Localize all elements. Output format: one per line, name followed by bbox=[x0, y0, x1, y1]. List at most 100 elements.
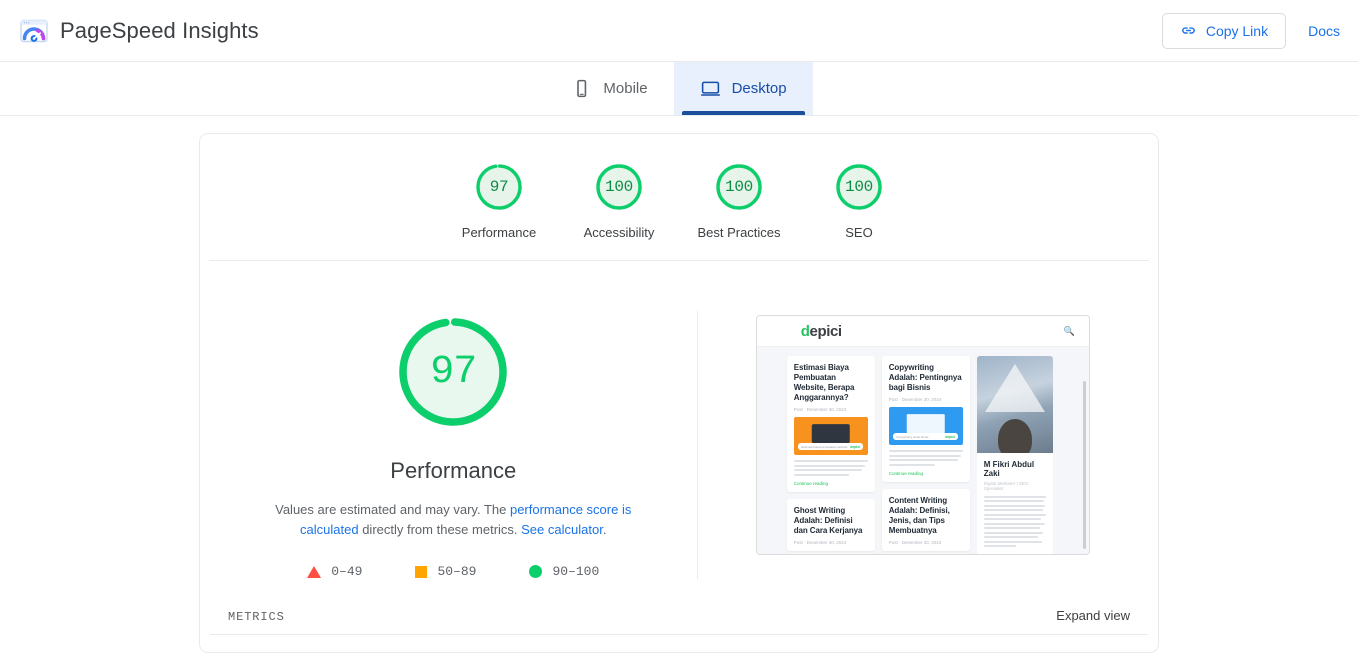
app-header: PageSpeed Insights Copy Link Docs bbox=[0, 0, 1358, 62]
score-item-best-practices[interactable]: 100 Best Practices bbox=[679, 160, 799, 240]
docs-link[interactable]: Docs bbox=[1308, 23, 1340, 39]
author-role: Digital Marketer | SEO Specialist bbox=[983, 480, 1029, 491]
image-caption: Copywriting untuk bisnis bbox=[896, 434, 929, 439]
thumbnail-article-card: Ghost Writing Adalah: Definisi dan Cara … bbox=[786, 498, 875, 551]
legend-item-average: 50–89 bbox=[415, 564, 476, 579]
mini-gauge-best-practices: 100 bbox=[712, 160, 766, 214]
article-title: Estimasi Biaya Pembuatan Website, Berapa… bbox=[793, 363, 855, 402]
image-badge: depici bbox=[945, 434, 956, 439]
performance-title: Performance bbox=[390, 458, 517, 483]
mini-gauge-accessibility: 100 bbox=[592, 160, 646, 214]
article-meta: Post · Desember 30, 2024 bbox=[793, 539, 847, 545]
legend-item-poor: 0–49 bbox=[307, 564, 362, 579]
thumbnail-site-body: Estimasi Biaya Pembuatan Website, Berapa… bbox=[756, 347, 1089, 554]
tab-desktop[interactable]: Desktop bbox=[673, 62, 813, 115]
performance-summary: 97 Performance Values are estimated and … bbox=[210, 311, 698, 579]
metrics-footer: METRICS Expand view bbox=[200, 579, 1158, 635]
legend-range: 50–89 bbox=[437, 564, 477, 579]
metrics-heading-col: METRICS bbox=[210, 607, 679, 635]
performance-gauge: 97 bbox=[392, 311, 514, 433]
author-name: M Fikri Abdul Zaki bbox=[983, 459, 1035, 478]
page-title: PageSpeed Insights bbox=[60, 17, 259, 43]
performance-detail: 97 Performance Values are estimated and … bbox=[200, 261, 1158, 579]
thumbnail-article-card: Content Writing Adalah: Definisi, Jenis,… bbox=[881, 488, 970, 551]
performance-description: Values are estimated and may vary. The p… bbox=[253, 500, 653, 540]
score-label: Best Practices bbox=[697, 225, 781, 240]
thumbnail-article-card: Copywriting Adalah: Pentingnya bagi Bisn… bbox=[881, 356, 970, 482]
article-image: Copywriting untuk bisnis depici bbox=[888, 407, 963, 445]
triangle-icon bbox=[307, 565, 322, 578]
article-image-inner bbox=[811, 423, 850, 444]
form-factor-tabs: Mobile Desktop bbox=[0, 62, 1358, 116]
tab-mobile-label: Mobile bbox=[603, 80, 648, 97]
copy-link-label: Copy Link bbox=[1205, 22, 1269, 39]
article-title: Ghost Writing Adalah: Definisi dan Cara … bbox=[793, 505, 863, 535]
performance-score-value: 97 bbox=[430, 349, 477, 395]
thumbnail-scrollbar[interactable] bbox=[1082, 381, 1086, 549]
mobile-phone-icon bbox=[577, 79, 587, 98]
article-meta: Post · Desember 30, 2024 bbox=[888, 539, 942, 545]
site-logo-first: d bbox=[800, 322, 810, 340]
site-logo-rest: epici bbox=[809, 322, 843, 340]
author-photo bbox=[976, 356, 1053, 453]
description-suffix: . bbox=[602, 522, 607, 537]
description-prefix: Values are estimated and may vary. The bbox=[275, 502, 510, 517]
image-badge: depici bbox=[850, 444, 861, 449]
report-card: 97 Performance 100 Accessibility 100 Bes… bbox=[199, 133, 1159, 653]
author-bio-text bbox=[983, 495, 1046, 547]
score-item-seo[interactable]: 100 SEO bbox=[799, 160, 919, 240]
thumbnail-site-header: depici 🔍 bbox=[756, 316, 1089, 347]
score-label: Performance bbox=[461, 225, 537, 240]
mini-gauge-value: 100 bbox=[725, 178, 753, 196]
article-meta: Post · Desember 30, 2024 bbox=[888, 397, 942, 402]
mini-gauge-value: 97 bbox=[489, 178, 509, 196]
see-calculator-link[interactable]: See calculator bbox=[521, 522, 603, 537]
description-middle: directly from these metrics. bbox=[358, 522, 522, 537]
article-image: Estimasi biaya pembuatan website depici bbox=[793, 417, 868, 455]
thumbnail-column-3: M Fikri Abdul Zaki Digital Marketer | SE… bbox=[976, 356, 1053, 554]
legend-item-good: 90–100 bbox=[529, 564, 599, 579]
score-summary-strip: 97 Performance 100 Accessibility 100 Bes… bbox=[209, 134, 1149, 261]
article-image-caption-pill: Estimasi biaya pembuatan website depici bbox=[798, 443, 864, 450]
score-label: SEO bbox=[845, 225, 873, 240]
thumbnail-site-logo: depici bbox=[801, 323, 842, 340]
copy-link-button[interactable]: Copy Link bbox=[1161, 12, 1287, 49]
article-title: Copywriting Adalah: Pentingnya bagi Bisn… bbox=[888, 363, 962, 392]
legend-range: 0–49 bbox=[331, 564, 363, 579]
thumbnail-column-2: Copywriting Adalah: Pentingnya bagi Bisn… bbox=[881, 356, 970, 554]
search-icon: 🔍 bbox=[1063, 325, 1075, 336]
article-image-caption-pill: Copywriting untuk bisnis depici bbox=[893, 433, 959, 440]
score-item-performance[interactable]: 97 Performance bbox=[439, 160, 559, 240]
metrics-label: METRICS bbox=[228, 610, 285, 624]
author-bio: M Fikri Abdul Zaki Digital Marketer | SE… bbox=[976, 452, 1053, 554]
tab-mobile[interactable]: Mobile bbox=[545, 62, 673, 115]
article-image-inner bbox=[906, 413, 945, 434]
square-icon bbox=[415, 565, 428, 578]
expand-view-button[interactable]: Expand view bbox=[1056, 608, 1130, 623]
expand-view-col: Expand view bbox=[679, 607, 1148, 635]
brand: PageSpeed Insights bbox=[20, 17, 259, 45]
score-legend: 0–49 50–89 90–100 bbox=[307, 564, 599, 579]
page-body: 97 Performance 100 Accessibility 100 Bes… bbox=[0, 116, 1358, 653]
mini-gauge-seo: 100 bbox=[832, 160, 886, 214]
score-label: Accessibility bbox=[583, 225, 655, 240]
score-item-accessibility[interactable]: 100 Accessibility bbox=[559, 160, 679, 240]
mini-gauge-value: 100 bbox=[845, 178, 873, 196]
circle-icon bbox=[529, 565, 543, 578]
image-caption: Estimasi biaya pembuatan website bbox=[801, 444, 848, 449]
article-read-more: Continue reading bbox=[888, 470, 924, 476]
mini-gauge-performance: 97 bbox=[472, 160, 526, 214]
article-excerpt bbox=[793, 460, 868, 476]
article-title: Content Writing Adalah: Definisi, Jenis,… bbox=[888, 495, 950, 535]
legend-range: 90–100 bbox=[552, 564, 600, 579]
article-read-more: Continue reading bbox=[793, 480, 829, 486]
thumbnail-article-card: Estimasi Biaya Pembuatan Website, Berapa… bbox=[786, 356, 875, 492]
header-actions: Copy Link Docs bbox=[1161, 12, 1340, 49]
pagespeed-gauge-icon bbox=[20, 19, 48, 42]
page-screenshot-thumbnail[interactable]: depici 🔍 Estimasi Biaya Pembuatan Websit… bbox=[755, 315, 1090, 555]
tab-desktop-label: Desktop bbox=[731, 80, 787, 97]
article-excerpt bbox=[888, 450, 963, 466]
article-meta: Post · Desember 30, 2024 bbox=[793, 407, 847, 412]
link-icon bbox=[1181, 27, 1195, 34]
desktop-monitor-icon bbox=[700, 81, 720, 96]
